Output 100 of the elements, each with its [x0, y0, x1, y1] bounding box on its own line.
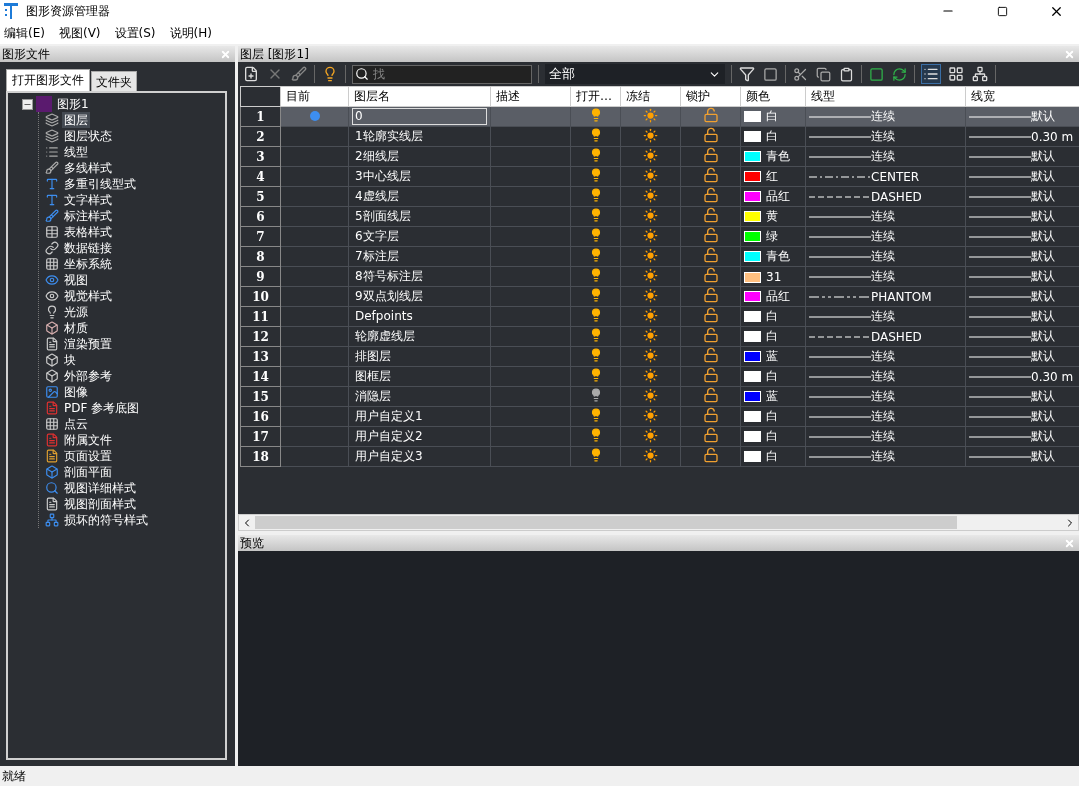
tree-item[interactable]: 光源: [62, 304, 90, 320]
tree-item[interactable]: 附属文件: [62, 432, 114, 448]
tree-item[interactable]: 点云: [62, 416, 90, 432]
unlock-icon[interactable]: [702, 147, 719, 163]
linetype-name[interactable]: 连续: [871, 108, 895, 125]
sun-icon[interactable]: [643, 187, 658, 203]
tree-item[interactable]: 剖面平面: [62, 464, 114, 480]
linetype-name[interactable]: 连续: [871, 428, 895, 445]
color-swatch[interactable]: [744, 371, 761, 382]
cut-button[interactable]: [792, 65, 809, 83]
color-swatch[interactable]: [744, 211, 761, 222]
unlock-icon[interactable]: [702, 367, 719, 383]
tree-item[interactable]: 损坏的符号样式: [62, 512, 150, 528]
sun-icon[interactable]: [643, 267, 658, 283]
linetype-name[interactable]: 连续: [871, 408, 895, 425]
menu-item[interactable]: 编辑(E): [4, 24, 45, 42]
linetype-name[interactable]: 连续: [871, 348, 895, 365]
tree-item[interactable]: 页面设置: [62, 448, 114, 464]
tree-item[interactable]: 文字样式: [62, 192, 114, 208]
color-swatch[interactable]: [744, 131, 761, 142]
linetype-name[interactable]: 连续: [871, 148, 895, 165]
linetype-name[interactable]: 连续: [871, 308, 895, 325]
tree-item[interactable]: 图形1: [55, 96, 91, 112]
sun-icon[interactable]: [643, 327, 658, 343]
sun-icon[interactable]: [643, 447, 658, 463]
unlock-icon[interactable]: [702, 267, 719, 283]
lineweight-value[interactable]: 默认: [1031, 308, 1055, 325]
lineweight-value[interactable]: 默认: [1031, 448, 1055, 465]
color-swatch[interactable]: [744, 191, 761, 202]
column-header[interactable]: 锁护: [680, 86, 741, 107]
tree-item[interactable]: 图层: [62, 112, 90, 128]
new-layer-button[interactable]: [242, 65, 260, 83]
tree-view-button[interactable]: [971, 65, 989, 83]
tree-item[interactable]: 多线样式: [62, 160, 114, 176]
lineweight-value[interactable]: 默认: [1031, 328, 1055, 345]
tree-item[interactable]: 视觉样式: [62, 288, 114, 304]
linetype-name[interactable]: 连续: [871, 268, 895, 285]
invert-button[interactable]: [762, 65, 779, 83]
tree-item[interactable]: 线型: [62, 144, 90, 160]
paste-button[interactable]: [838, 65, 855, 83]
filter-dropdown[interactable]: 全部: [545, 64, 725, 84]
linetype-name[interactable]: 连续: [871, 368, 895, 385]
column-header[interactable]: 图层名: [348, 86, 491, 107]
color-swatch[interactable]: [744, 311, 761, 322]
sun-icon[interactable]: [643, 347, 658, 363]
tree-item[interactable]: 外部参考: [62, 368, 114, 384]
column-header[interactable]: 颜色: [740, 86, 806, 107]
unlock-icon[interactable]: [702, 187, 719, 203]
lineweight-value[interactable]: 默认: [1031, 248, 1055, 265]
lineweight-value[interactable]: 默认: [1031, 188, 1055, 205]
lineweight-value[interactable]: 默认: [1031, 108, 1055, 125]
tree-item[interactable]: 多重引线型式: [62, 176, 138, 192]
column-header[interactable]: 线型: [805, 86, 966, 107]
color-swatch[interactable]: [744, 451, 761, 462]
column-header[interactable]: 目前: [280, 86, 349, 107]
column-header[interactable]: 打开…: [570, 86, 621, 107]
color-swatch[interactable]: [744, 251, 761, 262]
layer-name[interactable]: 0: [352, 108, 487, 125]
unlock-icon[interactable]: [702, 347, 719, 363]
sun-icon[interactable]: [643, 227, 658, 243]
lineweight-value[interactable]: 默认: [1031, 348, 1055, 365]
brush-button[interactable]: [290, 65, 308, 83]
color-swatch[interactable]: [744, 431, 761, 442]
filter-button[interactable]: [738, 65, 756, 83]
color-swatch[interactable]: [744, 291, 761, 302]
unlock-icon[interactable]: [702, 307, 719, 323]
menu-item[interactable]: 说明(H): [169, 24, 212, 42]
column-header[interactable]: 线宽: [965, 86, 1079, 107]
color-swatch[interactable]: [744, 411, 761, 422]
sun-icon[interactable]: [643, 167, 658, 183]
lineweight-value[interactable]: 默认: [1031, 388, 1055, 405]
linetype-name[interactable]: 连续: [871, 228, 895, 245]
tree-item[interactable]: 图像: [62, 384, 90, 400]
tree-item[interactable]: 渲染预置: [62, 336, 114, 352]
collapse-toggle[interactable]: [22, 98, 33, 110]
linetype-name[interactable]: 连续: [871, 388, 895, 405]
linetype-name[interactable]: 连续: [871, 208, 895, 225]
unlock-icon[interactable]: [702, 407, 719, 423]
refresh-button[interactable]: [891, 65, 908, 83]
color-swatch[interactable]: [744, 151, 761, 162]
unlock-icon[interactable]: [702, 107, 719, 123]
tree-item[interactable]: 视图详细样式: [62, 480, 138, 496]
unlock-icon[interactable]: [702, 227, 719, 243]
search-field[interactable]: 找: [352, 64, 532, 84]
linetype-name[interactable]: 连续: [871, 248, 895, 265]
unlock-icon[interactable]: [702, 287, 719, 303]
lineweight-value[interactable]: 默认: [1031, 408, 1055, 425]
detail-view-button[interactable]: [921, 64, 941, 84]
lineweight-value[interactable]: 默认: [1031, 428, 1055, 445]
unlock-icon[interactable]: [702, 387, 719, 403]
sun-icon[interactable]: [643, 307, 658, 323]
unlock-icon[interactable]: [702, 447, 719, 463]
unlock-icon[interactable]: [702, 427, 719, 443]
menu-item[interactable]: 设置(S): [114, 24, 156, 42]
sun-icon[interactable]: [643, 147, 658, 163]
tree-item[interactable]: 坐标系統: [62, 256, 114, 272]
sun-icon[interactable]: [643, 247, 658, 263]
tree-item[interactable]: 图层状态: [62, 128, 114, 144]
tree-item[interactable]: PDF 参考底图: [62, 400, 142, 416]
sun-icon[interactable]: [643, 387, 658, 403]
